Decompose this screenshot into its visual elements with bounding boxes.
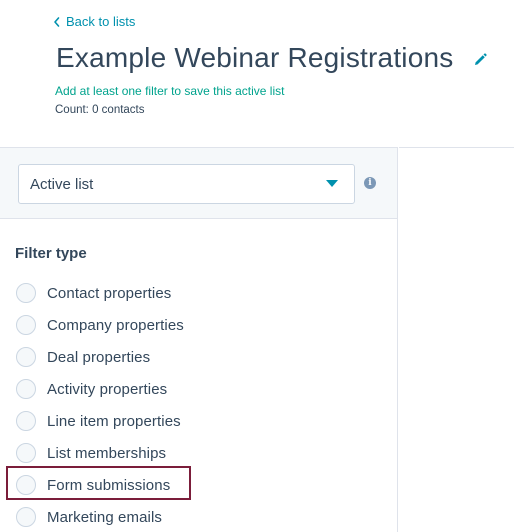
caret-down-icon — [326, 180, 338, 187]
radio-button[interactable] — [16, 379, 36, 399]
filter-option-contact-properties[interactable]: Contact properties — [16, 282, 171, 304]
radio-button[interactable] — [16, 443, 36, 463]
pencil-icon[interactable] — [472, 52, 488, 68]
filter-option-line-item-properties[interactable]: Line item properties — [16, 410, 181, 432]
info-icon[interactable]: i — [364, 177, 376, 189]
radio-button[interactable] — [16, 315, 36, 335]
filter-option-label: Line item properties — [47, 412, 181, 430]
filter-option-activity-properties[interactable]: Activity properties — [16, 378, 167, 400]
filter-option-label: Deal properties — [47, 348, 151, 366]
filter-option-label: Contact properties — [47, 284, 172, 302]
filter-panel: Active list i Filter type Contact proper… — [0, 147, 398, 532]
list-type-select[interactable]: Active list — [18, 164, 355, 204]
filter-option-label: Marketing emails — [47, 508, 162, 526]
filter-option-deal-properties[interactable]: Deal properties — [16, 346, 150, 368]
filter-option-label: Company properties — [47, 316, 184, 334]
filter-option-company-properties[interactable]: Company properties — [16, 314, 184, 336]
filter-option-list-memberships[interactable]: List memberships — [16, 442, 166, 464]
filter-option-marketing-emails[interactable]: Marketing emails — [16, 506, 162, 528]
list-results-panel — [399, 147, 514, 532]
radio-button[interactable] — [16, 507, 36, 527]
form-submissions-highlight — [6, 466, 191, 500]
list-type-strip: Active list i — [0, 148, 397, 219]
radio-button[interactable] — [16, 283, 36, 303]
radio-button[interactable] — [16, 411, 36, 431]
radio-button[interactable] — [16, 347, 36, 367]
filter-type-heading: Filter type — [15, 245, 87, 262]
chevron-left-icon — [54, 16, 60, 27]
contact-count: Count: 0 contacts — [55, 104, 145, 116]
filter-option-label: Activity properties — [47, 380, 168, 398]
back-link-label: Back to lists — [66, 14, 136, 29]
filter-option-label: List memberships — [47, 444, 167, 462]
page-title: Example Webinar Registrations — [56, 42, 454, 73]
save-hint-text: Add at least one filter to save this act… — [55, 84, 285, 98]
list-header: Back to lists Example Webinar Registrati… — [0, 0, 514, 147]
list-type-selected-value: Active list — [30, 175, 94, 193]
back-to-lists-link[interactable]: Back to lists — [52, 14, 135, 29]
